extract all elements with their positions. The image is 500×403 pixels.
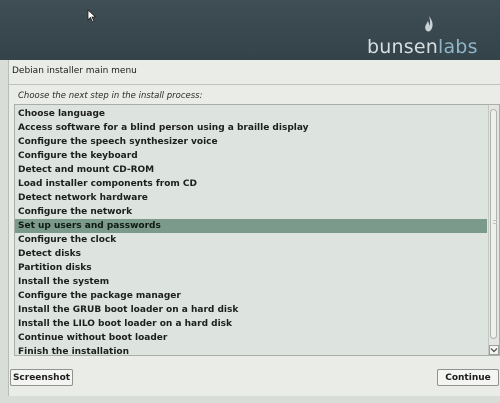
brand-logo-part1: bunsen xyxy=(367,36,438,58)
list-item[interactable]: Detect disks xyxy=(15,247,487,261)
brand-logo: bunsenlabs xyxy=(367,36,478,58)
list-item[interactable]: Choose language xyxy=(15,107,487,121)
list-item[interactable]: Configure the clock xyxy=(15,233,487,247)
prompt-text: Choose the next step in the install proc… xyxy=(18,91,203,101)
list-item[interactable]: Access software for a blind person using… xyxy=(15,121,487,135)
list-item-selected[interactable]: Set up users and passwords xyxy=(15,219,487,233)
scrollbar[interactable] xyxy=(488,105,499,355)
mouse-pointer-icon xyxy=(87,9,97,23)
list-item[interactable]: Install the GRUB boot loader on a hard d… xyxy=(15,303,487,317)
page-title: Debian installer main menu xyxy=(12,66,137,76)
menu-list[interactable]: Choose language Access software for a bl… xyxy=(14,104,500,356)
menu-list-items: Choose language Access software for a bl… xyxy=(15,107,487,355)
list-item[interactable]: Load installer components from CD xyxy=(15,177,487,191)
list-item[interactable]: Partition disks xyxy=(15,261,487,275)
list-item[interactable]: Detect and mount CD-ROM xyxy=(15,163,487,177)
scrollbar-grip xyxy=(493,223,497,224)
list-item[interactable]: Configure the speech synthesizer voice xyxy=(15,135,487,149)
list-item[interactable]: Continue without boot loader xyxy=(15,331,487,345)
list-item[interactable]: Configure the package manager xyxy=(15,289,487,303)
continue-button[interactable]: Continue xyxy=(437,369,499,386)
list-item[interactable]: Install the system xyxy=(15,275,487,289)
flame-icon xyxy=(425,16,433,32)
list-item[interactable]: Configure the network xyxy=(15,205,487,219)
scroll-down-button[interactable] xyxy=(489,345,499,355)
list-item[interactable]: Install the LILO boot loader on a hard d… xyxy=(15,317,487,331)
chevron-down-icon xyxy=(490,348,498,353)
list-item[interactable]: Finish the installation xyxy=(15,345,487,355)
list-item[interactable]: Detect network hardware xyxy=(15,191,487,205)
scrollbar-thumb[interactable] xyxy=(490,109,497,339)
screenshot-button[interactable]: Screenshot xyxy=(10,369,73,386)
scrollbar-grip xyxy=(493,220,497,221)
divider xyxy=(8,84,500,85)
list-item[interactable]: Configure the keyboard xyxy=(15,149,487,163)
brand-logo-part2: labs xyxy=(437,36,478,58)
